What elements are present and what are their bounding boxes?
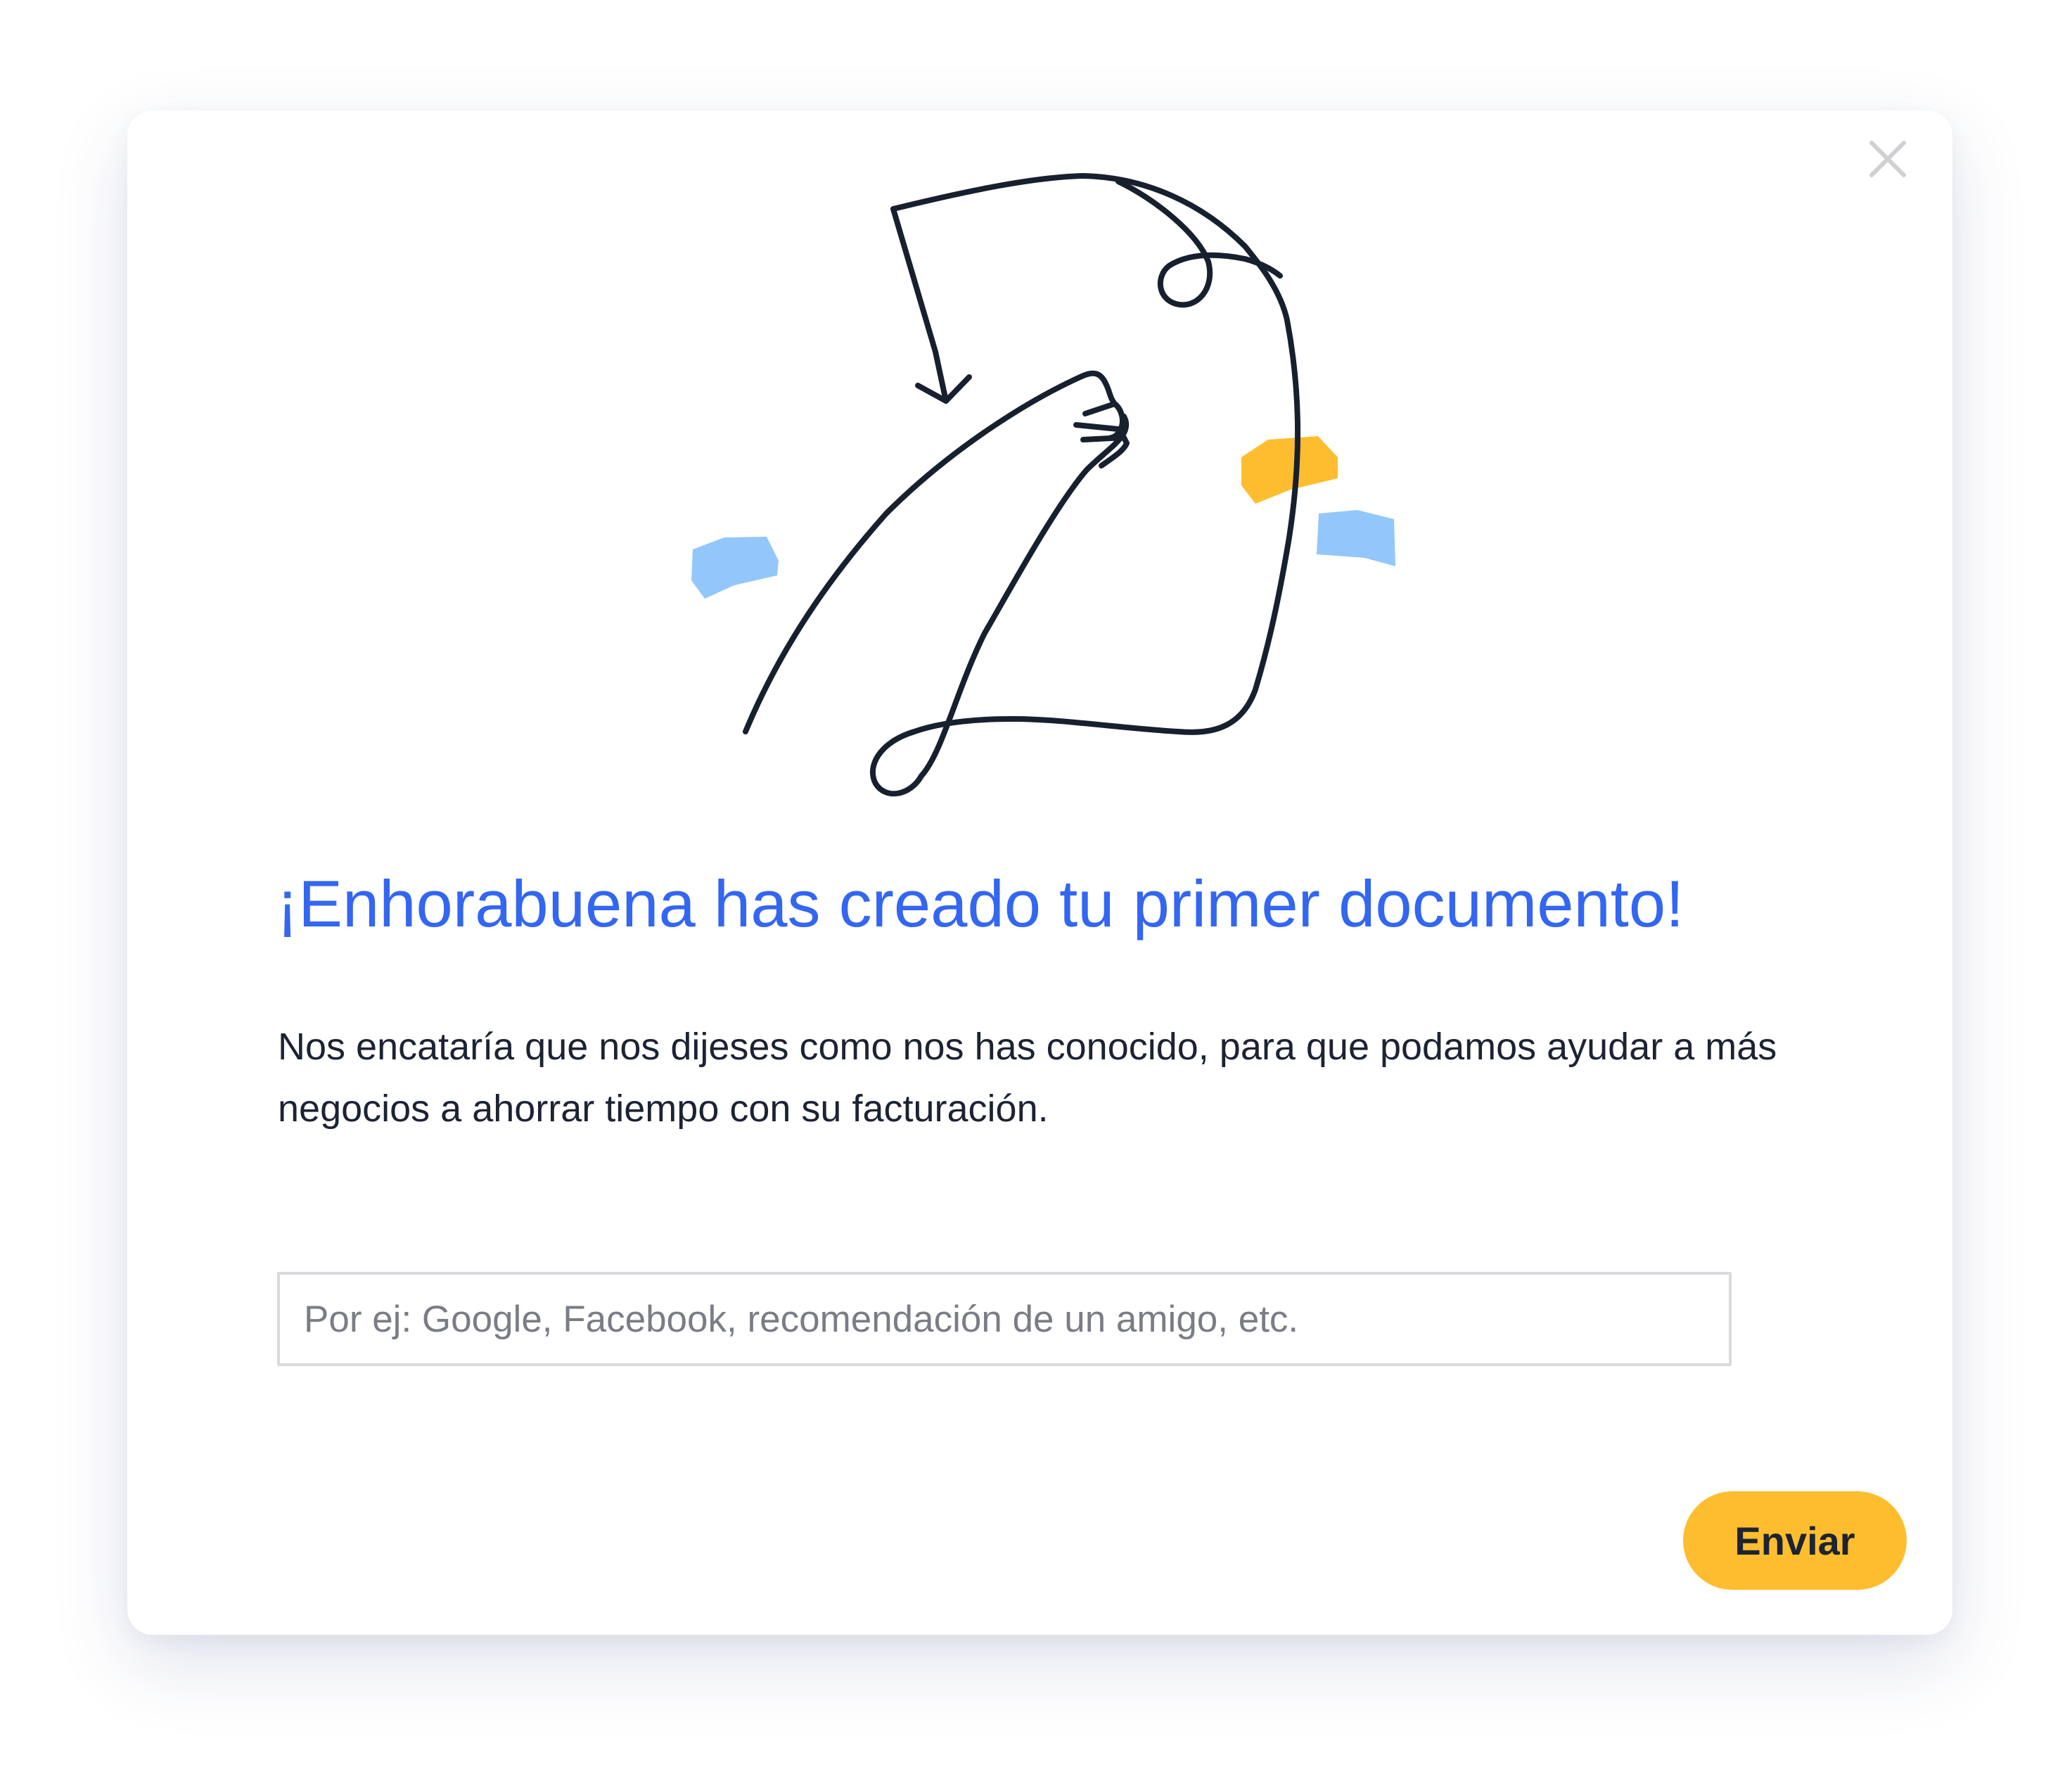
send-button[interactable]: Enviar [1683, 1491, 1907, 1590]
accent-shape-blue-left [691, 537, 779, 599]
dialog-description: Nos encataría que nos dijeses como nos h… [278, 1026, 1777, 1130]
document-outline [869, 173, 1301, 797]
hand [1073, 370, 1130, 469]
paper-curl [1115, 179, 1283, 308]
accent-shape-yellow [1241, 436, 1338, 504]
document-sign-illustration [691, 173, 1395, 797]
dialog-title: ¡Enhorabuena has creado tu primer docume… [276, 867, 1684, 941]
arrow-shaft [890, 206, 949, 404]
close-icon [1869, 141, 1906, 177]
accent-shape-blue-right [1317, 510, 1395, 566]
close-button[interactable] [1865, 136, 1911, 182]
source-input[interactable] [277, 1272, 1732, 1366]
